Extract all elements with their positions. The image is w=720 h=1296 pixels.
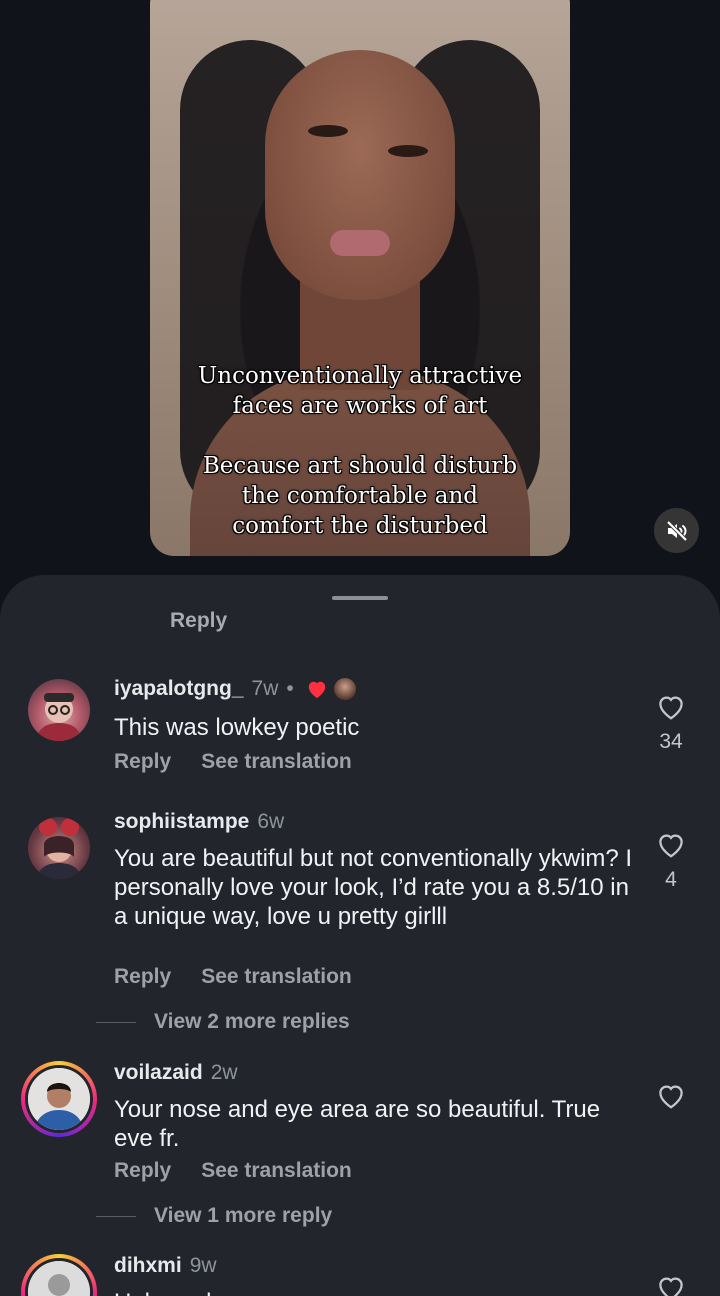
caption-line: Unconventionally attractive xyxy=(197,363,523,389)
heart-outline-icon xyxy=(659,1277,683,1296)
sheet-drag-handle[interactable] xyxy=(332,596,388,600)
comments-sheet[interactable]: Reply iyapalotgng_ 7w • This was lowkey … xyxy=(0,575,720,1296)
caption-line: Because art should disturb xyxy=(202,453,518,479)
reply-button[interactable]: Reply xyxy=(114,1159,171,1183)
avatar[interactable] xyxy=(28,1068,90,1130)
view-more-replies-button[interactable]: View 2 more replies xyxy=(96,1010,350,1034)
like-button[interactable]: 4 xyxy=(650,831,692,892)
video-frame-eye xyxy=(308,125,348,137)
avatar[interactable] xyxy=(28,679,90,741)
video-frame-eye xyxy=(388,145,428,157)
heart-icon xyxy=(306,679,328,699)
comment-timestamp: 9w xyxy=(189,1254,217,1277)
video-frame-lips xyxy=(330,230,390,256)
video-caption-bottom: Because art should disturb the comfortab… xyxy=(150,451,570,541)
reply-button[interactable]: Reply xyxy=(114,965,171,989)
like-count: 34 xyxy=(659,730,683,753)
comment-text: This was lowkey poetic xyxy=(114,714,360,741)
like-button[interactable]: 34 xyxy=(650,693,692,754)
comment-actions: Reply See translation xyxy=(114,965,352,989)
comment-meta: voilazaid 2w xyxy=(114,1061,238,1085)
comment-actions: Reply See translation xyxy=(114,750,352,774)
comment-meta: sophiistampe 6w xyxy=(114,810,284,834)
see-translation-button[interactable]: See translation xyxy=(201,750,352,774)
avatar-image xyxy=(36,818,82,879)
mute-button[interactable] xyxy=(654,508,699,553)
comment-timestamp: 7w xyxy=(251,677,279,700)
thread-line xyxy=(96,1215,136,1217)
comment-username[interactable]: dihxmi xyxy=(114,1254,182,1278)
video-caption-top: Unconventionally attractive faces are wo… xyxy=(150,361,570,421)
comment-username[interactable]: voilazaid xyxy=(114,1061,203,1085)
comment-text: You are beautiful but not conventionally… xyxy=(114,845,633,930)
caption-line: faces are works of art xyxy=(232,393,488,419)
story-ring[interactable] xyxy=(21,1061,97,1137)
screen: Unconventionally attractive faces are wo… xyxy=(0,0,720,1296)
comment-text: Your nose and eye area are so beautiful.… xyxy=(114,1096,601,1152)
view-more-replies-label: View 1 more reply xyxy=(154,1204,333,1227)
thread-line xyxy=(96,1021,136,1023)
see-translation-button[interactable]: See translation xyxy=(201,1159,352,1183)
comment-text: Unbound xyxy=(114,1288,634,1296)
heart-outline-icon xyxy=(659,696,683,720)
story-ring[interactable] xyxy=(21,1254,97,1296)
video-player[interactable]: Unconventionally attractive faces are wo… xyxy=(150,0,570,556)
like-button[interactable] xyxy=(650,1082,692,1115)
meta-separator: • xyxy=(286,677,294,700)
comment-username[interactable]: iyapalotgng_ xyxy=(114,677,244,701)
comment-username[interactable]: sophiistampe xyxy=(114,810,249,834)
like-button[interactable] xyxy=(650,1274,692,1296)
comment-meta: iyapalotgng_ 7w • xyxy=(114,677,356,701)
avatar[interactable] xyxy=(28,817,90,879)
caption-line: the comfortable and xyxy=(241,483,479,509)
heart-outline-icon xyxy=(659,1085,683,1109)
avatar-image xyxy=(28,1068,90,1130)
comment-timestamp: 2w xyxy=(210,1061,238,1084)
heart-outline-icon xyxy=(659,834,683,858)
reply-button[interactable]: Reply xyxy=(170,609,227,633)
see-translation-button[interactable]: See translation xyxy=(201,965,352,989)
comment-actions: Reply See translation xyxy=(114,1159,352,1183)
comment-timestamp: 6w xyxy=(257,810,285,833)
like-count: 4 xyxy=(665,868,677,891)
speaker-muted-icon xyxy=(666,520,687,541)
video-frame-face xyxy=(265,50,455,300)
creator-avatar xyxy=(333,678,356,700)
view-more-replies-button[interactable]: View 1 more reply xyxy=(96,1204,332,1228)
avatar-image xyxy=(36,693,82,741)
view-more-replies-label: View 2 more replies xyxy=(154,1010,350,1033)
comment-meta: dihxmi 9w xyxy=(114,1254,217,1278)
reply-button[interactable]: Reply xyxy=(114,750,171,774)
caption-line: comfort the disturbed xyxy=(232,513,488,539)
